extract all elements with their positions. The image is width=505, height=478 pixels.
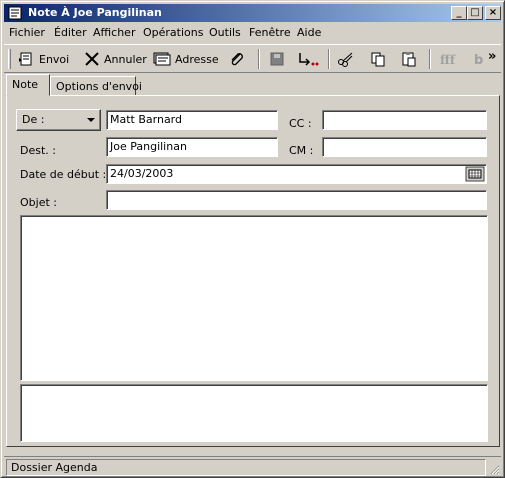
window-title: Note À Joe Pangilinan	[28, 6, 162, 19]
cancel-label: Annuler	[104, 52, 147, 66]
paperclip-icon	[231, 53, 243, 66]
chevron-down-icon	[87, 118, 95, 122]
to-label: Dest. :	[20, 144, 56, 157]
scissors-icon	[338, 52, 353, 67]
menu-operations[interactable]: Opérations	[143, 26, 203, 39]
tab-strip: Note Options d'envoi	[4, 74, 501, 96]
menu-aide[interactable]: Aide	[297, 26, 321, 39]
maximize-button[interactable]: □	[467, 6, 483, 20]
send-label: Envoi	[39, 52, 70, 66]
svg-text:fff: fff	[440, 53, 456, 67]
toolbar-grip[interactable]	[8, 49, 11, 69]
move-button[interactable]	[296, 48, 323, 70]
paste-button[interactable]	[400, 48, 421, 70]
cancel-button[interactable]: Annuler	[83, 48, 147, 70]
send-icon	[19, 52, 32, 66]
paste-icon	[402, 52, 416, 67]
start-date-label: Date de début :	[20, 168, 107, 181]
to-field[interactable]: Joe Pangilinan	[106, 137, 278, 157]
menu-afficher[interactable]: Afficher	[93, 26, 135, 39]
status-bar: Dossier Agenda	[4, 456, 501, 476]
title-bar[interactable]: Note À Joe Pangilinan _ □ ×	[4, 4, 501, 22]
svg-text:b: b	[474, 53, 483, 68]
tab-note[interactable]: Note	[6, 74, 50, 96]
cancel-icon	[85, 52, 99, 66]
note-icon	[8, 6, 22, 20]
close-button[interactable]: ×	[485, 6, 501, 20]
address-button[interactable]: Adresse	[152, 48, 219, 70]
toolbar-separator	[429, 49, 431, 69]
address-book-icon	[153, 52, 171, 66]
attach-button[interactable]	[228, 48, 249, 70]
font-icon: fff	[440, 53, 456, 67]
subject-label: Objet :	[20, 196, 57, 209]
bc-label: CM :	[289, 144, 314, 157]
from-label: De :	[22, 113, 45, 126]
menu-fenetre[interactable]: Fenêtre	[249, 26, 291, 39]
save-icon	[270, 52, 284, 66]
bold-button[interactable]: b	[472, 48, 489, 70]
toolbar: Envoi Annuler Adresse fff b »	[4, 44, 501, 73]
menu-bar: Fichier Éditer Afficher Opérations Outil…	[4, 24, 501, 42]
copy-icon	[371, 52, 385, 67]
menu-fichier[interactable]: Fichier	[9, 26, 45, 39]
save-button[interactable]	[268, 48, 289, 70]
toolbar-separator	[258, 49, 260, 69]
toolbar-overflow-button[interactable]: »	[488, 45, 496, 67]
calendar-icon[interactable]	[465, 166, 485, 182]
menu-outils[interactable]: Outils	[209, 26, 241, 39]
start-date-field[interactable]: 24/03/2003	[106, 164, 487, 184]
bc-field[interactable]	[322, 137, 487, 157]
from-field[interactable]: Matt Barnard	[106, 110, 278, 130]
address-label: Adresse	[175, 52, 219, 66]
resize-grip-icon[interactable]	[488, 463, 500, 475]
tab-send-options[interactable]: Options d'envoi	[50, 76, 142, 96]
toolbar-separator	[328, 49, 330, 69]
cc-label: CC :	[289, 117, 312, 130]
message-body[interactable]	[20, 215, 488, 381]
bold-icon: b	[474, 53, 483, 68]
status-text: Dossier Agenda	[6, 459, 486, 476]
cc-field[interactable]	[322, 110, 487, 130]
font-button[interactable]: fff	[438, 48, 465, 70]
attachments-area[interactable]	[20, 384, 488, 442]
copy-button[interactable]	[369, 48, 390, 70]
cut-button[interactable]	[337, 48, 358, 70]
menu-editer[interactable]: Éditer	[54, 26, 87, 39]
arrow-down-right-icon	[299, 53, 319, 66]
note-window: Note À Joe Pangilinan _ □ × Fichier Édit…	[0, 0, 505, 478]
minimize-button[interactable]: _	[451, 6, 467, 20]
from-dropdown-button[interactable]: De :	[16, 109, 101, 131]
send-button[interactable]: Envoi	[18, 48, 69, 70]
subject-field[interactable]	[106, 190, 487, 210]
